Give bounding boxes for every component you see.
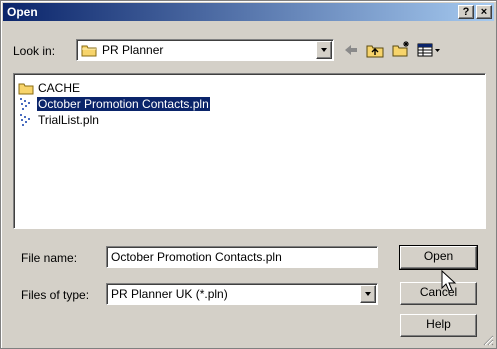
file-name-value: October Promotion Contacts.pln [111,250,282,264]
new-folder-icon[interactable] [391,40,411,58]
close-button[interactable]: × [476,5,492,19]
file-name-label: File name: [21,251,78,265]
list-item-label: October Promotion Contacts.pln [37,97,210,111]
help-button[interactable]: ? [458,5,474,19]
files-of-type-dropdown-arrow[interactable] [360,285,376,303]
files-of-type-value: PR Planner UK (*.pln) [111,287,228,301]
window-title: Open [7,5,38,19]
folder-icon [81,45,97,57]
folder-icon [18,83,34,95]
mouse-pointer-icon [441,270,457,292]
list-item-label: CACHE [38,81,81,95]
pln-file-icon [20,98,30,110]
file-list[interactable]: CACHE October Promotion Contacts.pln Tri… [13,73,486,229]
look-in-dropdown-arrow[interactable] [316,41,332,59]
title-bar[interactable]: Open ? × [3,3,494,21]
files-of-type-label: Files of type: [21,288,90,302]
resize-grip-icon[interactable] [482,334,494,346]
back-arrow-icon[interactable] [341,41,361,59]
view-menu-icon[interactable] [416,41,442,59]
look-in-value: PR Planner [102,43,164,57]
file-name-field[interactable]: October Promotion Contacts.pln [106,246,378,268]
files-of-type-dropdown[interactable]: PR Planner UK (*.pln) [106,283,378,305]
help-dialog-button[interactable]: Help [400,314,477,337]
pln-file-icon [20,114,30,126]
look-in-dropdown[interactable]: PR Planner [76,39,334,61]
look-in-label: Look in: [13,44,56,58]
up-one-level-icon[interactable] [365,41,385,59]
list-item-label: TrialList.pln [38,113,99,127]
cancel-button[interactable]: Cancel [400,282,477,305]
open-dialog: Open ? × Look in: PR Planner CACHE Octob… [0,0,497,349]
open-button[interactable]: Open [399,245,478,270]
